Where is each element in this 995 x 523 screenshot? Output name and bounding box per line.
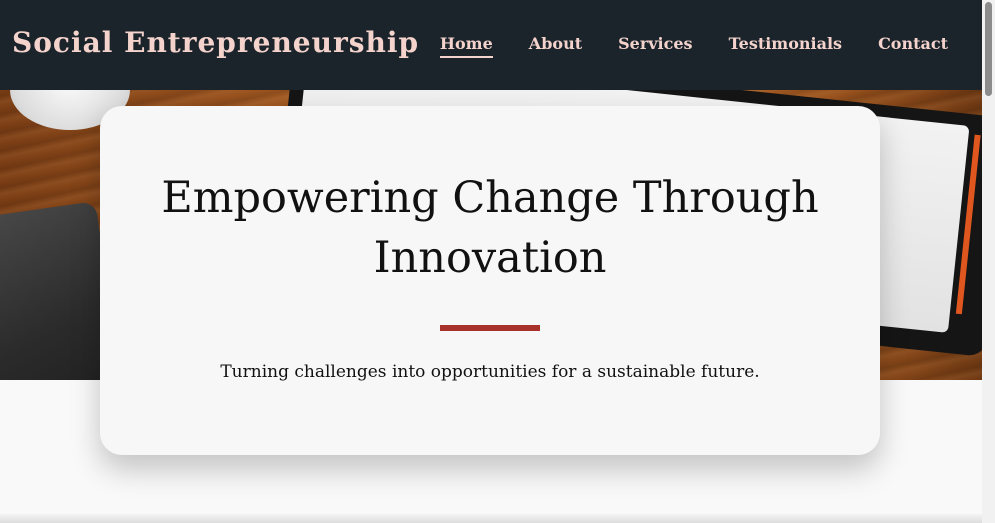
nav-home-link[interactable]: Home [439,34,493,58]
scrollbar-thumb[interactable] [985,2,992,96]
site-brand[interactable]: Social Entrepreneurship [12,26,419,59]
page: Social Entrepreneurship Home About Servi… [0,0,995,523]
hero-divider [440,325,540,331]
hero-card: Empowering Change Through Innovation Tur… [100,106,880,455]
main-nav: Home About Services Testimonials Contact [439,34,948,58]
section-divider-shadow [0,514,982,523]
nav-contact-link[interactable]: Contact [878,34,948,58]
hero-title: Empowering Change Through Innovation [161,173,819,283]
nav-about-link[interactable]: About [529,34,582,58]
nav-testimonials-link[interactable]: Testimonials [729,34,843,58]
nav-services-link[interactable]: Services [618,34,692,58]
site-header: Social Entrepreneurship Home About Servi… [0,0,982,90]
hero-subtitle: Turning challenges into opportunities fo… [220,362,760,382]
page-scrollbar[interactable] [982,0,995,523]
